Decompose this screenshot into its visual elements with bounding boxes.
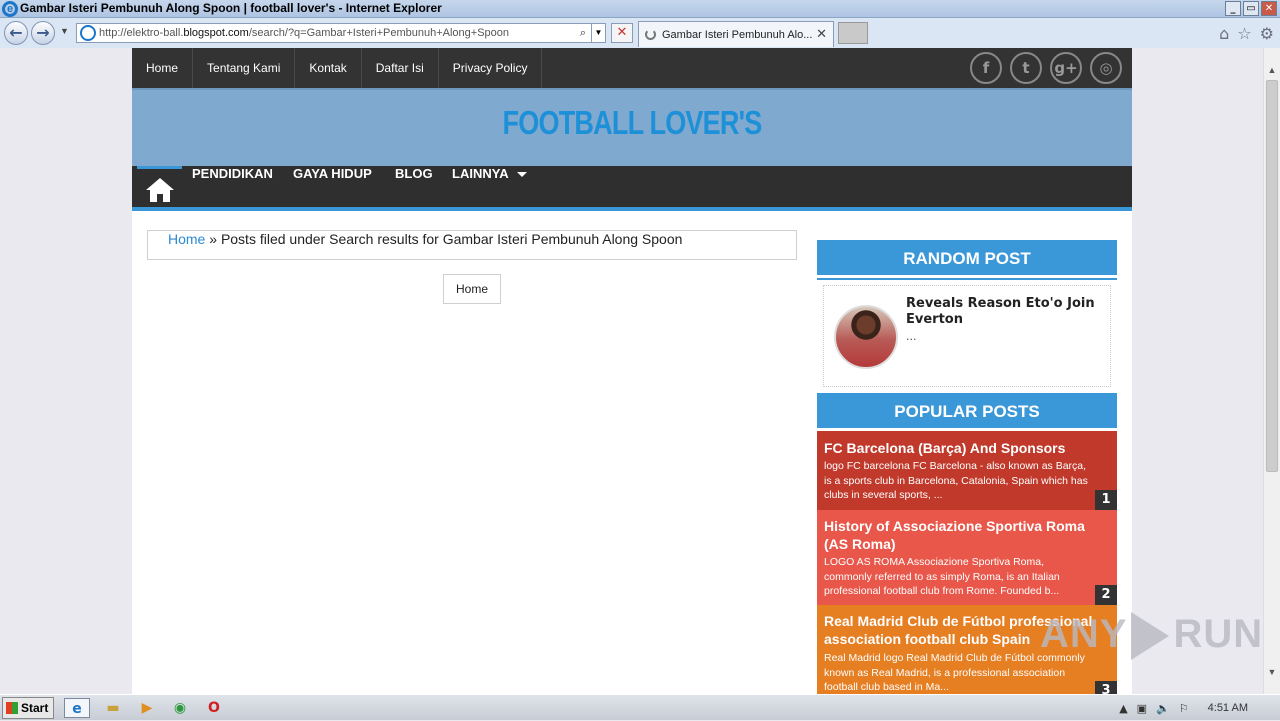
google-plus-icon[interactable]: g+ [1050, 52, 1082, 84]
stop-icon[interactable]: ✕ [611, 23, 633, 43]
twitter-icon[interactable]: t [1010, 52, 1042, 84]
url-path: /search/?q=Gambar+Isteri+Pembunuh+Along+… [248, 27, 510, 39]
url-text[interactable]: http://elektro-ball.blogspot.com/search/… [99, 27, 575, 39]
top-nav-daftar-isi[interactable]: Daftar Isi [362, 48, 439, 88]
watermark-left: ANY [1040, 612, 1128, 656]
nav-lainnya-label: LAINNYA [452, 166, 509, 181]
search-icon[interactable]: ⌕ [575, 27, 591, 40]
gear-icon[interactable]: ⚙ [1260, 24, 1274, 43]
play-icon [1131, 612, 1170, 661]
home-icon [146, 178, 174, 202]
watermark-right: RUN [1173, 612, 1264, 656]
popular-post-rank: 1 [1095, 490, 1117, 510]
tab-label: Gambar Isteri Pembunuh Alo... [662, 28, 813, 41]
history-dropdown-icon[interactable]: ▼ [60, 26, 69, 36]
random-post-card[interactable]: Reveals Reason Eto'o Join Everton ... [823, 285, 1111, 387]
social-links: f t g+ ◎ [970, 52, 1122, 84]
network-icon[interactable]: ▣ [1137, 702, 1147, 715]
clock[interactable]: 4:51 AM [1208, 702, 1248, 714]
back-icon[interactable]: ← [4, 21, 28, 45]
top-nav-tentang-kami[interactable]: Tentang Kami [193, 48, 296, 88]
action-center-flag-icon[interactable]: ⚐ [1179, 702, 1189, 715]
url-domain: blogspot.com [183, 27, 249, 39]
popular-post-rank: 2 [1095, 585, 1117, 605]
random-post-excerpt: ... [906, 330, 917, 343]
scroll-down-icon[interactable]: ▼ [1264, 664, 1280, 680]
facebook-icon[interactable]: f [970, 52, 1002, 84]
popular-post-rank: 3 [1095, 681, 1117, 694]
chrome-icon[interactable]: ◉ [167, 698, 193, 718]
tab-close-icon[interactable]: ✕ [816, 27, 827, 42]
media-player-icon[interactable]: ▶ [134, 698, 160, 718]
breadcrumb: Home » Posts filed under Search results … [147, 230, 797, 260]
nav-lainnya[interactable]: LAINNYA [452, 166, 527, 207]
loading-spinner-icon [645, 29, 656, 40]
new-tab-button[interactable] [838, 22, 868, 44]
popular-post-title[interactable]: FC Barcelona (Barça) And Sponsors [824, 439, 1109, 457]
forward-icon[interactable]: → [31, 21, 55, 45]
windows-flag-icon [6, 702, 18, 714]
home-button[interactable]: Home [443, 274, 501, 304]
site-wrapper: Home Tentang Kami Kontak Daftar Isi Priv… [132, 48, 1132, 694]
window-title: Gambar Isteri Pembunuh Along Spoon | foo… [20, 1, 442, 15]
internet-explorer-icon[interactable]: e [64, 698, 90, 718]
top-nav-home[interactable]: Home [132, 48, 194, 88]
restore-button[interactable]: ▭ [1243, 1, 1259, 16]
breadcrumb-home-link[interactable]: Home [168, 231, 205, 247]
scroll-up-icon[interactable]: ▲ [1264, 62, 1280, 78]
popular-post-item[interactable]: History of Associazione Sportiva Roma (A… [817, 510, 1117, 605]
page-viewport: Home Tentang Kami Kontak Daftar Isi Priv… [0, 48, 1263, 694]
site-header: FOOTBALL LOVER'S [132, 88, 1132, 166]
nav-gaya-hidup[interactable]: GAYA HIDUP [293, 166, 372, 207]
chevron-down-icon [516, 172, 527, 178]
site-name[interactable]: FOOTBALL LOVER'S [222, 104, 1042, 142]
close-button[interactable]: ✕ [1261, 1, 1277, 16]
breadcrumb-separator: » [205, 231, 221, 247]
popular-post-item[interactable]: FC Barcelona (Barça) And Sponsors logo F… [817, 431, 1117, 510]
anyrun-watermark: ANY RUN [1040, 612, 1264, 661]
popular-post-excerpt: logo FC barcelona FC Barcelona - also kn… [824, 460, 1088, 501]
start-button[interactable]: Start [2, 697, 54, 719]
popular-posts-title: POPULAR POSTS [817, 393, 1117, 431]
browser-tab[interactable]: Gambar Isteri Pembunuh Alo... ✕ [638, 21, 834, 47]
favorites-star-icon[interactable]: ☆ [1237, 24, 1251, 43]
internet-explorer-icon: e [2, 1, 18, 17]
popular-post-title[interactable]: History of Associazione Sportiva Roma (A… [824, 517, 1109, 553]
window-title-bar: e Gambar Isteri Pembunuh Along Spoon | f… [0, 0, 1280, 18]
opera-icon[interactable]: O [201, 698, 227, 718]
site-favicon-icon [80, 25, 96, 41]
random-post-thumbnail[interactable] [834, 305, 898, 369]
volume-icon[interactable]: 🔈 [1156, 702, 1170, 715]
home-icon[interactable]: ⌂ [1219, 24, 1229, 43]
show-hidden-icons-icon[interactable]: ▲ [1119, 702, 1127, 715]
minimize-button[interactable]: _ [1225, 1, 1241, 16]
home-nav-button[interactable] [137, 166, 182, 211]
top-nav-kontak[interactable]: Kontak [295, 48, 362, 88]
instagram-icon[interactable]: ◎ [1090, 52, 1122, 84]
top-nav-privacy-policy[interactable]: Privacy Policy [439, 48, 543, 88]
url-prefix: http://elektro-ball. [99, 27, 184, 39]
breadcrumb-text: Posts filed under Search results for Gam… [220, 231, 683, 247]
address-bar[interactable]: http://elektro-ball.blogspot.com/search/… [76, 23, 606, 43]
system-tray: ▲ ▣ 🔈 ⚐ 4:51 AM [1119, 695, 1280, 721]
start-label: Start [21, 701, 49, 715]
nav-pendidikan[interactable]: PENDIDIKAN [192, 166, 273, 207]
taskbar: Start e ▬ ▶ ◉ O ▲ ▣ 🔈 ⚐ 4:51 AM [0, 694, 1280, 720]
random-post-title: RANDOM POST [817, 240, 1117, 278]
main-navigation: PENDIDIKAN GAYA HIDUP BLOG LAINNYA [132, 166, 1132, 211]
file-explorer-icon[interactable]: ▬ [100, 698, 126, 718]
scrollbar-thumb[interactable] [1266, 80, 1278, 472]
nav-blog[interactable]: BLOG [395, 166, 433, 207]
popular-post-excerpt: LOGO AS ROMA Associazione Sportiva Roma,… [824, 556, 1060, 597]
vertical-scrollbar[interactable]: ▲ ▼ [1263, 48, 1280, 694]
address-dropdown-icon[interactable]: ▼ [591, 24, 605, 42]
browser-toolbar: ← → ▼ http://elektro-ball.blogspot.com/s… [0, 18, 1280, 48]
random-post-link[interactable]: Reveals Reason Eto'o Join Everton [906, 296, 1101, 328]
